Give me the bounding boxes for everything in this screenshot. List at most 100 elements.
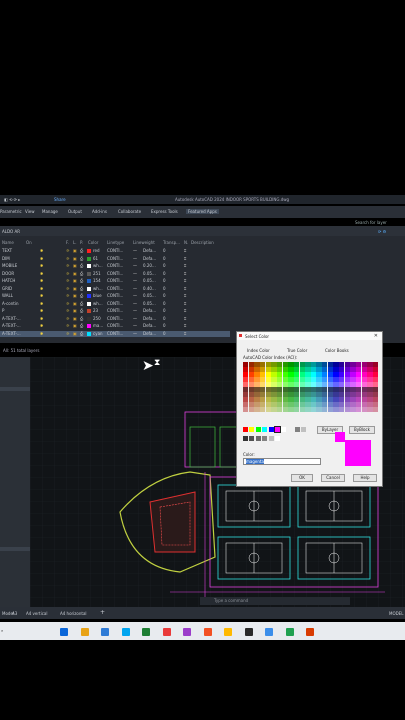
aci-swatch[interactable] — [299, 407, 305, 412]
aci-swatch[interactable] — [293, 377, 300, 382]
aci-swatch[interactable] — [356, 362, 362, 367]
layer-lineweight[interactable]: 0.05... — [143, 278, 156, 283]
aci-swatch[interactable] — [356, 372, 362, 377]
layer-row[interactable]: HATCH ✱ ☼ ▣ ⎙ 154 CONTI... — 0.05... 0 ⌗ — [0, 278, 230, 284]
aci-swatch[interactable] — [243, 387, 249, 392]
layer-row[interactable]: TEXT ✱ ☼ ▣ ⎙ red CONTI... — Defa... 0 ⌗ — [0, 248, 230, 254]
aci-swatch[interactable] — [333, 377, 339, 382]
new-vp-freeze-icon[interactable]: ⌗ — [184, 331, 186, 336]
sun-icon[interactable]: ☼ — [66, 308, 70, 313]
aci-swatch[interactable] — [367, 397, 373, 402]
layer-name[interactable]: WALL — [2, 293, 13, 298]
taskbar-app-icon[interactable] — [142, 628, 150, 636]
layer-color[interactable]: wh... — [93, 263, 103, 268]
col-name[interactable]: Name — [2, 240, 14, 245]
aci-swatch[interactable] — [316, 367, 322, 372]
taskbar-app-icon[interactable] — [203, 628, 212, 636]
printer-icon[interactable]: ⎙ — [80, 286, 83, 291]
aci-swatch[interactable] — [327, 377, 334, 382]
aci-swatch[interactable] — [259, 367, 266, 372]
aci-swatch[interactable] — [310, 407, 317, 412]
taskbar-app-icon[interactable] — [224, 628, 232, 636]
taskbar-app-icon[interactable] — [244, 628, 253, 636]
aci-swatch[interactable] — [271, 387, 277, 392]
lightbulb-icon[interactable]: ✱ — [40, 316, 43, 321]
aci-swatch[interactable] — [271, 362, 277, 367]
aci-swatch[interactable] — [350, 392, 356, 397]
layer-row[interactable]: DOOR ✱ ☼ ▣ ⎙ 251 CONTI... — 0.05... 0 ⌗ — [0, 271, 230, 277]
aci-swatch[interactable] — [310, 367, 317, 372]
aci-swatch[interactable] — [316, 407, 322, 412]
aci-swatch[interactable] — [305, 387, 311, 392]
aci-swatch[interactable] — [299, 402, 305, 407]
tab-view[interactable]: View — [25, 209, 35, 214]
aci-swatch[interactable] — [372, 382, 379, 387]
taskbar-app-icon[interactable] — [101, 628, 109, 636]
aci-swatch[interactable] — [322, 377, 328, 382]
aci-swatch[interactable] — [316, 377, 322, 382]
layer-name[interactable]: DOOR — [2, 271, 14, 276]
layer-lineweight[interactable]: 0.05... — [143, 271, 156, 276]
aci-swatch[interactable] — [293, 392, 300, 397]
aci-swatch[interactable] — [288, 387, 294, 392]
sun-icon[interactable]: ☼ — [66, 278, 70, 283]
aci-swatch[interactable] — [356, 367, 362, 372]
share-button[interactable]: Share — [54, 197, 66, 202]
aci-swatch[interactable] — [310, 397, 317, 402]
layer-color[interactable]: wh... — [93, 286, 103, 291]
layer-transparency[interactable]: 0 — [163, 286, 166, 291]
aci-swatch[interactable] — [271, 392, 277, 397]
aci-swatch[interactable] — [293, 382, 300, 387]
lightbulb-icon[interactable]: ✱ — [40, 323, 43, 328]
layer-color[interactable]: 251 — [93, 271, 101, 276]
aci-swatch[interactable] — [305, 372, 311, 377]
taskbar-app-icon[interactable] — [265, 628, 273, 636]
sun-icon[interactable]: ☼ — [66, 286, 70, 291]
layer-row[interactable]: GRID ✱ ☼ ▣ ⎙ wh... CONTI... — 0.40... 0 ⌗ — [0, 286, 230, 292]
new-vp-freeze-icon[interactable]: ⌗ — [184, 316, 186, 321]
printer-icon[interactable]: ⎙ — [80, 301, 83, 306]
aci-swatch[interactable] — [288, 407, 294, 412]
layer-linetype[interactable]: CONTI... — [107, 331, 123, 336]
layer-color[interactable]: wh... — [93, 301, 103, 306]
aci-swatch[interactable] — [327, 407, 334, 412]
aci-swatch[interactable] — [282, 377, 288, 382]
printer-icon[interactable]: ⎙ — [80, 316, 83, 321]
new-vp-freeze-icon[interactable]: ⌗ — [184, 286, 186, 291]
color-swatch[interactable] — [87, 301, 91, 306]
color-swatch[interactable] — [87, 271, 91, 276]
aci-swatch[interactable] — [243, 362, 249, 367]
aci-swatch[interactable] — [259, 377, 266, 382]
lock-icon[interactable]: ▣ — [73, 323, 77, 328]
aci-swatch[interactable] — [361, 382, 368, 387]
aci-swatch[interactable] — [322, 367, 328, 372]
layer-transparency[interactable]: 0 — [163, 256, 166, 261]
lightbulb-icon[interactable]: ✱ — [40, 286, 43, 291]
aci-swatch[interactable] — [344, 372, 351, 377]
aci-swatch[interactable] — [361, 367, 368, 372]
lock-icon[interactable]: ▣ — [73, 293, 77, 298]
aci-swatch[interactable] — [259, 362, 266, 367]
lock-icon[interactable]: ▣ — [73, 263, 77, 268]
gray-shades-row[interactable] — [243, 436, 283, 442]
aci-swatch[interactable] — [350, 397, 356, 402]
aci-swatch[interactable] — [276, 362, 283, 367]
layer-color[interactable]: ma... — [93, 323, 103, 328]
aci-swatch[interactable] — [265, 407, 271, 412]
layer-linetype[interactable]: CONTI... — [107, 301, 123, 306]
aci-swatch[interactable] — [271, 402, 277, 407]
aci-swatch[interactable] — [265, 382, 271, 387]
aci-swatch[interactable] — [305, 382, 311, 387]
layer-linetype[interactable]: CONTI... — [107, 271, 123, 276]
aci-swatch[interactable] — [299, 372, 305, 377]
layer-name[interactable]: A-TEXT-... — [2, 323, 21, 328]
lock-icon[interactable]: ▣ — [73, 248, 77, 253]
layer-linetype[interactable]: CONTI... — [107, 256, 123, 261]
aci-swatch[interactable] — [367, 402, 373, 407]
printer-icon[interactable]: ⎙ — [80, 271, 83, 276]
layer-color[interactable]: 61 — [93, 256, 98, 261]
aci-swatch[interactable] — [271, 382, 277, 387]
color-swatch[interactable] — [87, 316, 91, 321]
aci-swatch[interactable] — [265, 392, 271, 397]
layer-color[interactable]: 23 — [93, 308, 98, 313]
